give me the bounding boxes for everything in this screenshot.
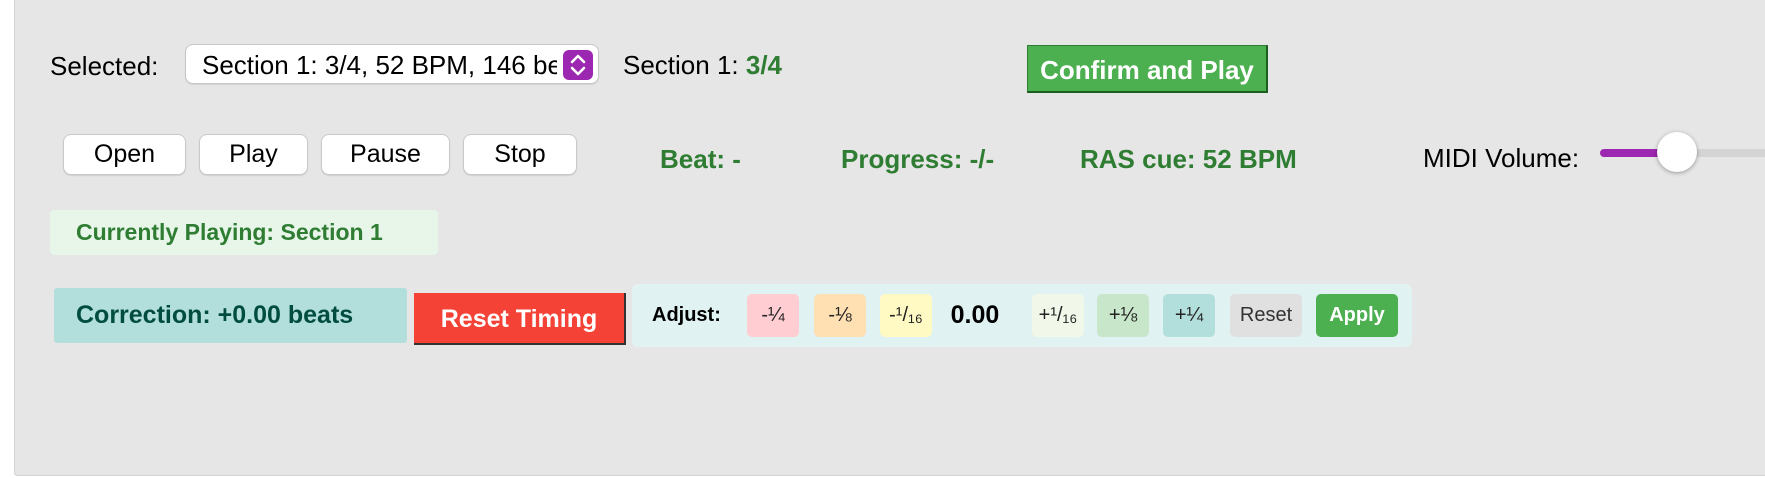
currently-playing-banner: Currently Playing: Section 1	[50, 210, 438, 255]
section-select-value: Section 1: 3/4, 52 BPM, 146 beats	[202, 50, 557, 80]
adjust-minus-sixteenth-button[interactable]: -¹/₁₆	[880, 294, 932, 337]
reset-timing-button[interactable]: Reset Timing	[414, 293, 626, 345]
confirm-and-play-button[interactable]: Confirm and Play	[1027, 45, 1268, 93]
adjust-reset-button[interactable]: Reset	[1230, 294, 1302, 337]
play-button[interactable]: Play	[199, 134, 308, 175]
midi-volume-slider[interactable]	[1600, 132, 1765, 172]
adjust-plus-eighth-button[interactable]: +⅛	[1097, 294, 1149, 337]
apply-button[interactable]: Apply	[1316, 294, 1398, 337]
adjust-panel: Adjust: -¼ -⅛ -¹/₁₆ 0.00 +¹/₁₆ +⅛ +¼ Res…	[632, 284, 1412, 347]
select-stepper-icon[interactable]	[563, 50, 593, 80]
section-select[interactable]: Section 1: 3/4, 52 BPM, 146 beats	[185, 44, 599, 84]
correction-display: Correction: +0.00 beats	[54, 288, 407, 343]
ras-cue-status: RAS cue: 52 BPM	[1080, 144, 1297, 174]
adjust-minus-quarter-button[interactable]: -¼	[747, 294, 799, 337]
progress-status: Progress: -/-	[841, 144, 995, 174]
adjust-minus-eighth-button[interactable]: -⅛	[814, 294, 866, 337]
section-info-prefix: Section 1:	[623, 50, 739, 80]
stop-button[interactable]: Stop	[463, 134, 577, 175]
selected-label: Selected:	[50, 51, 159, 81]
adjust-value: 0.00	[950, 301, 1000, 329]
beat-status: Beat: -	[660, 144, 741, 174]
adjust-plus-sixteenth-button[interactable]: +¹/₁₆	[1032, 294, 1084, 337]
pause-button[interactable]: Pause	[321, 134, 450, 175]
adjust-label: Adjust:	[652, 304, 721, 326]
section-info: Section 1: 3/4	[623, 49, 782, 81]
midi-volume-label: MIDI Volume:	[1423, 143, 1580, 173]
time-signature: 3/4	[745, 50, 783, 80]
adjust-plus-quarter-button[interactable]: +¼	[1163, 294, 1215, 337]
open-button[interactable]: Open	[63, 134, 186, 175]
